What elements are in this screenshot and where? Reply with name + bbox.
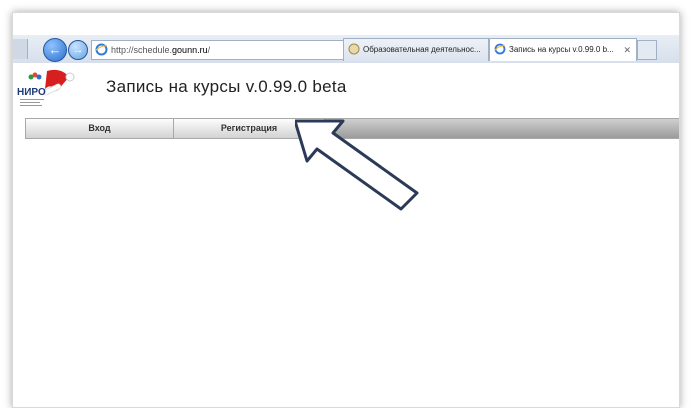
forward-button[interactable]: → [68, 40, 88, 60]
logo-text: НИРО [17, 87, 46, 98]
tab-course-registration[interactable]: Запись на курсы v.0.99.0 b... ✕ [489, 38, 637, 61]
tab-label: Запись на курсы v.0.99.0 b... [509, 45, 614, 54]
tab-education[interactable]: Образовательная деятельнос... [343, 38, 489, 61]
window-edge [13, 39, 28, 59]
ie-favicon-icon [494, 43, 506, 55]
login-menu-item[interactable]: Вход [26, 119, 174, 138]
pointer-arrow-annotation [295, 119, 419, 211]
screenshot-frame: ← → http://schedule.gounn.ru/ ⌕ ▾ ↻ ✕ Об… [12, 12, 680, 408]
ie-favicon-icon [95, 43, 108, 56]
page-title: Запись на курсы v.0.99.0 beta [106, 77, 347, 96]
new-tab-button[interactable] [637, 40, 657, 60]
tab-label: Образовательная деятельнос... [363, 45, 481, 54]
address-url: http://schedule.gounn.ru/ [111, 45, 211, 55]
close-tab-icon[interactable]: ✕ [623, 39, 631, 61]
back-button[interactable]: ← [43, 38, 67, 62]
browser-toolbar: ← → http://schedule.gounn.ru/ ⌕ ▾ ↻ ✕ Об… [13, 35, 679, 110]
address-bar[interactable]: http://schedule.gounn.ru/ ⌕ ▾ ↻ ✕ [91, 40, 393, 110]
page-favicon-icon [348, 43, 360, 55]
site-header: НИРО Запись на курсы v.0.99.0 beta [13, 63, 679, 115]
